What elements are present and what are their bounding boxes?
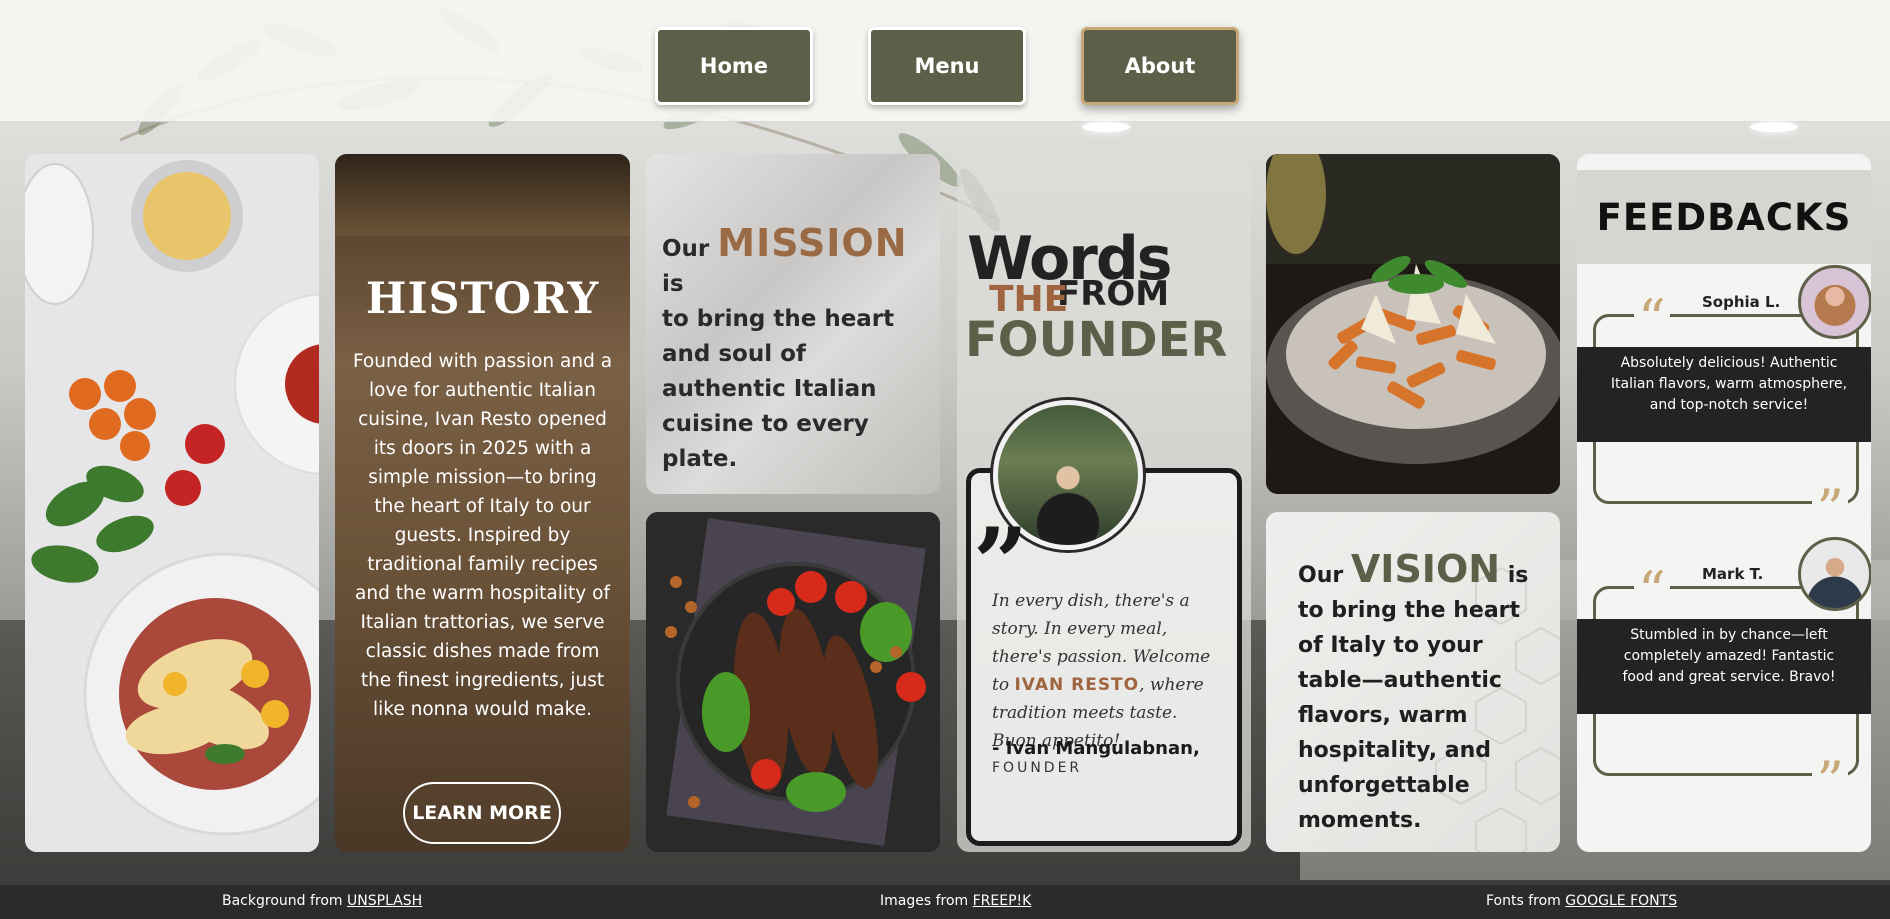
- mission-statement: Our MISSION is to bring the heart and so…: [662, 224, 928, 477]
- google-fonts-link[interactable]: GOOGLE FONTS: [1565, 893, 1677, 909]
- footer: Background from UNSPLASH Images from FRE…: [0, 885, 1890, 919]
- footer-background-credit: Background from UNSPLASH: [222, 893, 422, 909]
- ceiling-lamp: [1082, 122, 1130, 132]
- steak-illustration: [646, 512, 940, 852]
- nav-about-button[interactable]: About: [1081, 27, 1239, 105]
- review-card: Absolutely delicious! Authentic Italian …: [1577, 265, 1871, 537]
- footer-font-prefix: Fonts from: [1486, 893, 1561, 909]
- review-author: Sophia L.: [1696, 293, 1787, 311]
- pasta-photo: [1266, 154, 1560, 494]
- close-quote-icon: ”: [1812, 483, 1848, 537]
- mission-body: to bring the heart and soul of authentic…: [662, 306, 895, 472]
- footer-fonts-credit: Fonts from GOOGLE FONTS: [1486, 893, 1677, 909]
- mission-keyword: MISSION: [717, 221, 908, 265]
- founder-quote-brand: IVAN RESTO: [1014, 675, 1140, 695]
- founder-name: - Ivan Mangulabnan,: [992, 738, 1200, 759]
- founder-heading-from: FROM: [1057, 274, 1170, 314]
- reviewer-avatar: [1798, 537, 1871, 611]
- header: Home Menu About: [0, 0, 1890, 122]
- footer-images-credit: Images from FREEP!K: [880, 893, 1031, 909]
- review-author: Mark T.: [1696, 565, 1770, 583]
- feedbacks-card: FEEDBACKS Absolutely delicious! Authenti…: [1577, 154, 1871, 852]
- mission-prefix: Our: [662, 236, 710, 262]
- vision-card: Our VISION is to bring the heart of Ital…: [1266, 512, 1560, 852]
- nav-home-button[interactable]: Home: [655, 27, 813, 105]
- founder-role: FOUNDER: [992, 760, 1083, 776]
- review-text: Absolutely delicious! Authentic Italian …: [1610, 355, 1848, 413]
- footer-img-prefix: Images from: [880, 893, 969, 909]
- history-banner-rod: [335, 154, 630, 236]
- feedbacks-title: FEEDBACKS: [1577, 170, 1871, 264]
- steak-photo: [646, 512, 940, 852]
- founder-heading-founder: FOUNDER: [965, 312, 1228, 368]
- vision-prefix: Our: [1298, 563, 1344, 588]
- nav-menu-button[interactable]: Menu: [868, 27, 1026, 105]
- pasta-illustration: [1266, 154, 1560, 494]
- founder-card: Words FROM THE FOUNDER ” In every dish, …: [957, 154, 1251, 852]
- unsplash-link[interactable]: UNSPLASH: [347, 893, 422, 909]
- vision-statement: Our VISION is to bring the heart of Ital…: [1298, 550, 1546, 838]
- close-quote-icon: ”: [1812, 755, 1848, 809]
- table-spread-illustration: [25, 154, 319, 852]
- freepik-link[interactable]: FREEP!K: [973, 893, 1032, 909]
- mission-card: Our MISSION is to bring the heart and so…: [646, 154, 940, 494]
- mission-suffix: is: [662, 271, 684, 297]
- learn-more-button[interactable]: LEARN MORE: [403, 782, 561, 844]
- vision-body: to bring the heart of Italy to your tabl…: [1298, 598, 1521, 833]
- open-quote-icon: “: [1634, 293, 1670, 347]
- reviewer-avatar: [1798, 265, 1871, 339]
- vision-suffix: is: [1507, 563, 1529, 588]
- vision-keyword: VISION: [1350, 547, 1501, 591]
- ceiling-lamp: [1750, 122, 1798, 132]
- history-body: Founded with passion and a love for auth…: [352, 351, 613, 720]
- history-title: HISTORY: [365, 274, 600, 324]
- review-text: Stumbled in by chance—left completely am…: [1622, 627, 1836, 685]
- history-card: HISTORY Founded with passion and a love …: [335, 154, 630, 852]
- open-quote-icon: “: [1634, 565, 1670, 619]
- footer-bg-prefix: Background from: [222, 893, 343, 909]
- founder-quote: In every dish, there's a story. In every…: [992, 587, 1217, 755]
- table-spread-photo: [25, 154, 319, 852]
- main-nav: Home Menu About: [655, 27, 1239, 105]
- review-card: Stumbled in by chance—left completely am…: [1577, 537, 1871, 809]
